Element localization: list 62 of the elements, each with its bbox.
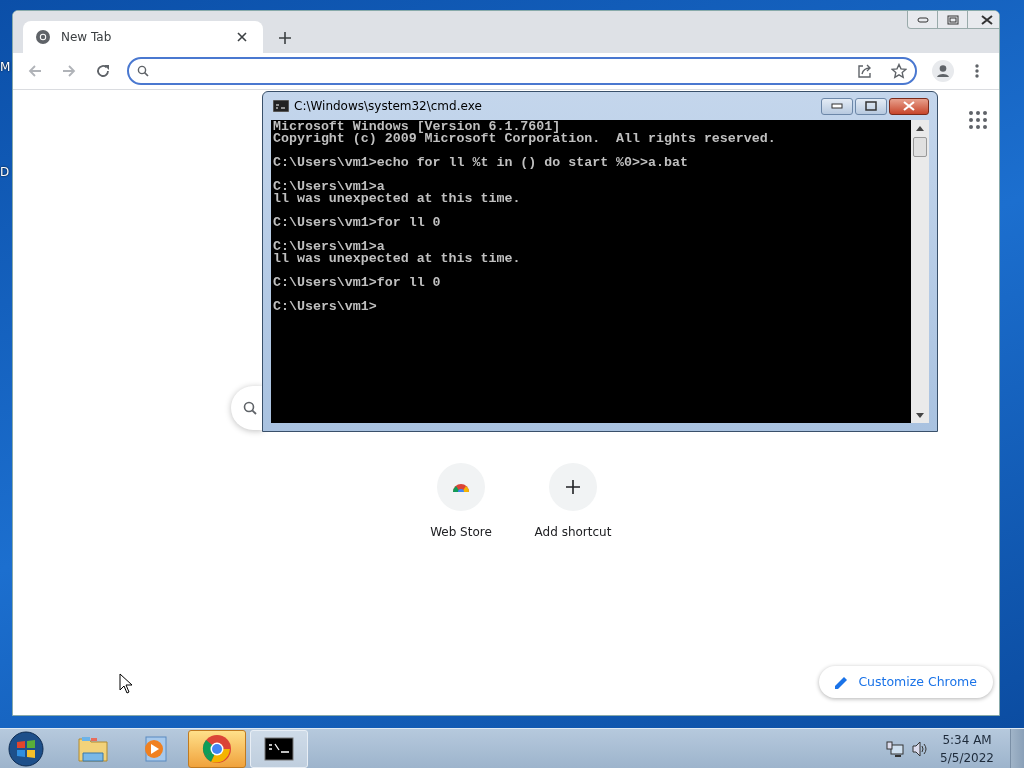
- search-icon: [243, 401, 257, 415]
- apps-grid-icon[interactable]: [969, 111, 987, 129]
- star-icon[interactable]: [891, 63, 907, 79]
- window-title: C:\Windows\system32\cmd.exe: [294, 98, 483, 115]
- address-bar[interactable]: [127, 57, 917, 85]
- console-line: ll was unexpected at this time.: [273, 193, 522, 205]
- console-line: C:\Users\vm1>a: [273, 181, 385, 193]
- tab-title: New Tab: [61, 29, 113, 46]
- triangle-down-icon: [916, 412, 924, 418]
- profile-button[interactable]: [929, 57, 957, 85]
- menu-icon: [975, 63, 979, 79]
- console-line: C:\Users\vm1>: [273, 301, 378, 313]
- maximize-icon: [946, 14, 959, 25]
- reload-icon: [95, 63, 111, 79]
- desktop-icon-label: D: [0, 164, 10, 181]
- plus-icon: [278, 31, 292, 45]
- triangle-up-icon: [916, 125, 924, 131]
- maximize-button[interactable]: [855, 97, 887, 115]
- console-line: Copyright (c) 2009 Microsoft Corporation. All rights reserved.: [273, 133, 777, 145]
- arrow-left-icon: [27, 63, 43, 79]
- show-desktop-button[interactable]: [1010, 728, 1024, 768]
- shortcut-tile[interactable]: Add shortcut: [525, 463, 621, 541]
- clock-time[interactable]: 5:34 AM: [942, 730, 992, 749]
- browser-icon: [202, 733, 232, 764]
- customize-chrome-button[interactable]: Customize Chrome: [819, 666, 993, 698]
- maximize-icon: [865, 101, 877, 111]
- plus-icon: [566, 480, 580, 494]
- minimize-icon: [831, 103, 843, 109]
- console-line: C:\Users\vm1>for ll 0: [273, 217, 442, 229]
- close-icon: [981, 14, 993, 25]
- windows-logo-icon: [8, 730, 44, 767]
- desktop-icon-label: M: [0, 59, 11, 76]
- mouse-pointer-icon: [119, 673, 133, 694]
- close-icon: [237, 32, 247, 42]
- clock-date[interactable]: 5/5/2022: [940, 748, 994, 767]
- console-line: Microsoft Windows [Version 6.1.7601]: [273, 121, 561, 133]
- share-icon[interactable]: [857, 63, 873, 79]
- network-icon[interactable]: [886, 740, 905, 757]
- globe-icon: [35, 29, 51, 45]
- scroll-thumb[interactable]: [913, 137, 927, 157]
- close-button[interactable]: [889, 97, 929, 115]
- search-icon: [137, 65, 149, 77]
- folder-icon: [77, 734, 109, 763]
- console-line: C:\Users\vm1>for ll 0: [273, 277, 442, 289]
- browser-tab[interactable]: New Tab: [23, 21, 263, 53]
- web-store-icon: [452, 482, 470, 492]
- scrollbar[interactable]: [911, 120, 929, 423]
- console-line: C:\Users\vm1>echo for ll %t in () do start %0>>a.bat: [273, 157, 689, 169]
- console-line: C:\Users\vm1>a: [273, 241, 385, 253]
- shortcut-tile[interactable]: Web Store: [413, 463, 509, 541]
- person-icon: [932, 60, 954, 82]
- search-field[interactable]: [231, 386, 263, 430]
- arrow-right-icon: [61, 63, 77, 79]
- minimize-icon: [916, 16, 929, 23]
- console-icon: [264, 736, 294, 761]
- console-icon: [273, 100, 289, 112]
- media-player-icon: [142, 734, 168, 763]
- volume-icon[interactable]: [912, 740, 929, 757]
- close-icon: [903, 101, 915, 111]
- console-line: ll was unexpected at this time.: [273, 253, 522, 265]
- pencil-icon: [835, 675, 849, 689]
- minimize-button[interactable]: [821, 97, 853, 115]
